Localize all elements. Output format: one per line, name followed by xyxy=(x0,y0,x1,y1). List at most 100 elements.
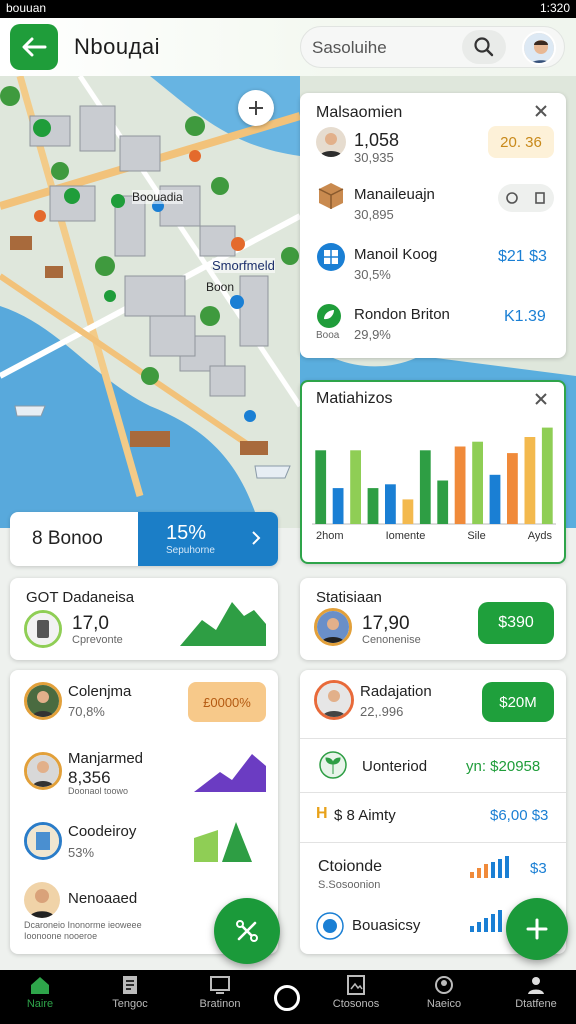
stats-value: 17,90 xyxy=(362,613,410,634)
list-item-name: Coodeiroy xyxy=(68,823,137,840)
chart-bar xyxy=(315,450,327,524)
nav-home[interactable]: Naire xyxy=(10,975,70,1021)
person-icon xyxy=(317,683,351,717)
app-title: Nbouдai xyxy=(74,34,161,59)
tools-icon xyxy=(236,920,258,942)
list-item-sub: 22,.996 xyxy=(360,704,404,719)
map-label-3: Boon xyxy=(206,280,235,294)
add-fab[interactable] xyxy=(506,898,568,960)
nav-item-4[interactable]: Ctosonos xyxy=(326,975,386,1021)
person-icon xyxy=(27,755,59,787)
document-icon xyxy=(123,976,137,994)
nav-item-3[interactable]: Bratinon xyxy=(190,975,250,1021)
plus-icon xyxy=(249,101,263,115)
people-icon xyxy=(528,977,544,994)
row-3-value: $21 $3 xyxy=(498,248,547,265)
row-2-sub: 30,895 xyxy=(354,207,394,222)
chart-bar xyxy=(472,441,483,524)
divider xyxy=(300,792,566,793)
row-1-sub: 30,935 xyxy=(354,150,394,165)
map-label-2: Smorfmeld xyxy=(212,258,275,273)
refresh-icon xyxy=(506,192,518,204)
monitor-icon xyxy=(210,976,230,994)
stats-avatar xyxy=(314,608,352,646)
info-panel-title: Malsaomien xyxy=(316,104,403,121)
person-avatar xyxy=(316,127,346,157)
plant-icon xyxy=(318,750,348,785)
list-item-button[interactable]: $20M xyxy=(482,682,554,722)
x-label: 2hom xyxy=(316,530,344,542)
list-item-avatar xyxy=(24,882,60,918)
list-item-avatar xyxy=(24,682,62,720)
summary-percent: 15% xyxy=(166,522,207,544)
chevron-right-icon xyxy=(250,530,262,551)
nav-item-6[interactable]: Dtatfene xyxy=(506,975,566,1021)
device-icon xyxy=(27,613,59,645)
row-2-toggle[interactable] xyxy=(498,184,554,212)
zoom-in-button[interactable] xyxy=(238,90,274,126)
chart-bar xyxy=(541,427,553,524)
summary-sub: Sepuhorne xyxy=(166,545,215,556)
row-3-name: Manoil Koog xyxy=(354,246,438,263)
list-item-sub: Dcaroneio Inonorme ieoweee Ioonoone nooe… xyxy=(24,920,142,941)
search-icon xyxy=(474,37,494,57)
stats-button[interactable]: $390 xyxy=(478,602,554,644)
search-text[interactable]: Sasoluihe xyxy=(312,38,387,58)
x-label: Iomente xyxy=(385,530,426,542)
nav-label: Dtatfene xyxy=(515,998,557,1010)
green-sparkline xyxy=(194,822,252,862)
summary-label: 8 Bonoo xyxy=(32,528,103,549)
chart-title: Matiahizos xyxy=(316,390,393,407)
row-4-value: K1.39 xyxy=(504,308,546,325)
chart-bar xyxy=(489,474,501,524)
divider xyxy=(300,842,566,843)
home-icon xyxy=(31,977,49,994)
close-button[interactable] xyxy=(534,104,548,123)
gallery-icon xyxy=(347,975,365,995)
list-item-sub: 53% xyxy=(68,845,95,860)
x-label: Sile xyxy=(467,530,486,542)
status-left-text: bouuan xyxy=(6,1,47,15)
status-bar: bouuan 1:320 xyxy=(0,0,576,18)
row-3-sub: 30,5% xyxy=(354,267,391,282)
bar-chart xyxy=(312,427,556,525)
list-item-sub: S.Sosoonion xyxy=(318,879,381,891)
list-item-name: Radajation xyxy=(360,683,432,700)
user-circle-icon xyxy=(435,976,453,994)
row-4-tag: Booa xyxy=(316,330,340,341)
list-item-sub: 8,356 xyxy=(68,768,111,787)
map-tools-fab[interactable] xyxy=(214,898,280,964)
back-button[interactable] xyxy=(10,24,58,70)
list-item-avatar xyxy=(24,822,62,860)
got-value: 17,0 xyxy=(72,613,109,634)
home-circle-button[interactable] xyxy=(274,985,300,1011)
row-1-value: 20. 36 xyxy=(488,126,554,158)
chart-bar xyxy=(402,499,414,524)
document-icon xyxy=(27,825,59,857)
list-item-name: $ 8 Aimty xyxy=(334,807,396,824)
got-sub: Cprevonte xyxy=(72,634,123,646)
chart-bar xyxy=(332,488,344,524)
list-item-name: Nenoaaed xyxy=(68,890,138,907)
row-1-name: 1,058 xyxy=(354,130,400,150)
plus-icon xyxy=(526,918,548,940)
person-icon xyxy=(24,882,60,918)
list-item-prefix: H xyxy=(316,805,328,822)
nav-item-2[interactable]: Tengoc xyxy=(100,975,160,1021)
user-avatar[interactable] xyxy=(522,31,556,65)
list-item-value: $3 xyxy=(530,860,547,877)
person-icon xyxy=(317,611,349,643)
x-label: Ayds xyxy=(527,530,552,542)
nav-item-5[interactable]: Naeico xyxy=(414,975,474,1021)
nav-label: Ctosonos xyxy=(332,998,380,1010)
chart-close-button[interactable] xyxy=(534,392,548,411)
nav-label: Bratinon xyxy=(199,998,241,1010)
person-icon xyxy=(27,685,59,717)
chart-bar xyxy=(437,480,449,524)
chart-bar xyxy=(367,488,379,524)
search-button[interactable] xyxy=(462,30,506,64)
got-sparkline xyxy=(180,602,266,646)
list-item-sub: 70,8% xyxy=(68,704,105,719)
list-item-name: Ctoionde xyxy=(318,858,383,875)
close-icon xyxy=(535,105,547,117)
